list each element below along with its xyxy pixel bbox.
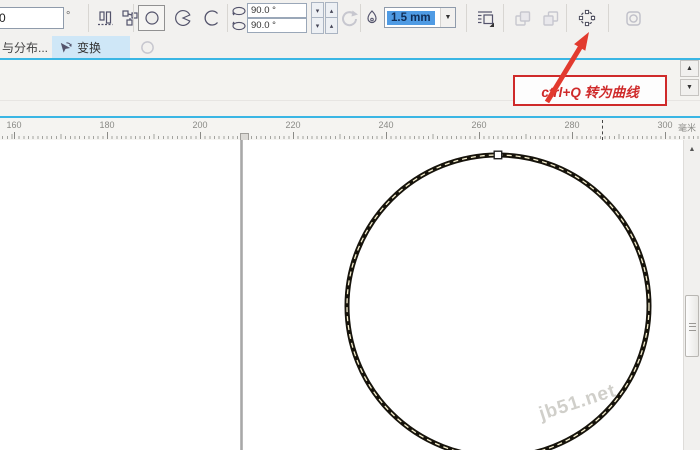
wrap-text-button[interactable] [472, 5, 498, 31]
wrap-text-icon [476, 9, 495, 28]
ruler-label: 280 [564, 120, 580, 130]
docker-scroll-down-button[interactable]: ▼ [680, 79, 699, 96]
spin-down-button[interactable]: ▾ [311, 17, 324, 34]
ruler-label: 180 [99, 120, 115, 130]
property-bar: ° [0, 0, 700, 37]
vertical-scrollbar[interactable]: ▲ [683, 140, 700, 450]
toolbar-separator [608, 4, 609, 32]
tab-align-distribute[interactable]: 与分布... [0, 36, 49, 58]
transform-icon [58, 40, 73, 55]
rotation-angle-input[interactable] [0, 7, 64, 29]
distribute-icon [121, 9, 139, 27]
ruler-label: 260 [471, 120, 487, 130]
ruler-label: 160 [6, 120, 22, 130]
pie-mode-button[interactable] [170, 5, 196, 31]
app-window: ° [0, 0, 700, 450]
docker-tab-bar: 与分布... 变换 [0, 36, 700, 58]
cursor-position-marker [602, 120, 603, 140]
chevron-down-icon[interactable]: ▼ [440, 8, 455, 27]
outline-width-value: 1.5 mm [387, 10, 435, 25]
scrollbar-thumb[interactable] [685, 295, 699, 357]
frame-button[interactable] [620, 5, 646, 31]
end-angle-spinner: ▾ ▴ [310, 17, 338, 34]
pie-icon [174, 9, 192, 27]
drawing-canvas[interactable]: jb51.net ▲ [0, 140, 700, 450]
tab-transform[interactable]: 变换 [52, 36, 130, 58]
scrollbar-grip [689, 323, 696, 331]
ruler-label: 300 [657, 120, 673, 130]
ellipse-icon [143, 9, 161, 27]
docker-scroll-up-button[interactable]: ▲ [680, 60, 699, 77]
circle-icon [140, 40, 155, 60]
toolbar-separator [503, 4, 504, 32]
end-angle-icon [230, 20, 247, 32]
ruler-label: 220 [285, 120, 301, 130]
end-angle-field[interactable]: 90.0 ° [247, 18, 307, 33]
start-angle-icon [230, 5, 247, 17]
end-angle-row: 90.0 ° ▾ ▴ [230, 17, 338, 34]
start-angle-row: 90.0 ° ▾ ▴ [230, 2, 338, 19]
align-button[interactable] [92, 5, 118, 31]
change-direction-button[interactable] [336, 5, 362, 31]
start-angle-field[interactable]: 90.0 ° [247, 3, 307, 18]
align-icon [96, 9, 114, 27]
horizontal-ruler: 160 180 200 220 240 260 280 300 毫米 [0, 116, 700, 142]
ellipse-node[interactable] [493, 150, 503, 160]
degree-symbol: ° [66, 10, 71, 22]
toolbar-separator [466, 4, 467, 32]
arc-mode-button[interactable] [199, 5, 225, 31]
scroll-up-arrow[interactable]: ▲ [685, 141, 699, 157]
tab-label: 变换 [77, 40, 102, 55]
ruler-label: 200 [192, 120, 208, 130]
toolbar-separator [360, 4, 361, 32]
outline-width-button[interactable] [362, 5, 382, 31]
ruler-ticks-major [0, 132, 700, 139]
ruler-label: 240 [378, 120, 394, 130]
frame-icon [624, 9, 643, 28]
order-front-icon [513, 9, 532, 28]
outline-width-combobox[interactable]: 1.5 mm ▼ [384, 7, 456, 28]
ellipse-mode-button[interactable] [138, 5, 165, 31]
toolbar-separator [133, 4, 134, 32]
to-front-button[interactable] [509, 5, 535, 31]
toolbar-separator [88, 4, 89, 32]
outline-pen-icon [363, 9, 381, 27]
toolbar-separator [227, 4, 228, 32]
annotation-arrow [544, 32, 589, 104]
arc-icon [203, 9, 221, 27]
tab-label: 与分布... [2, 40, 49, 55]
rotate-icon [339, 8, 359, 28]
